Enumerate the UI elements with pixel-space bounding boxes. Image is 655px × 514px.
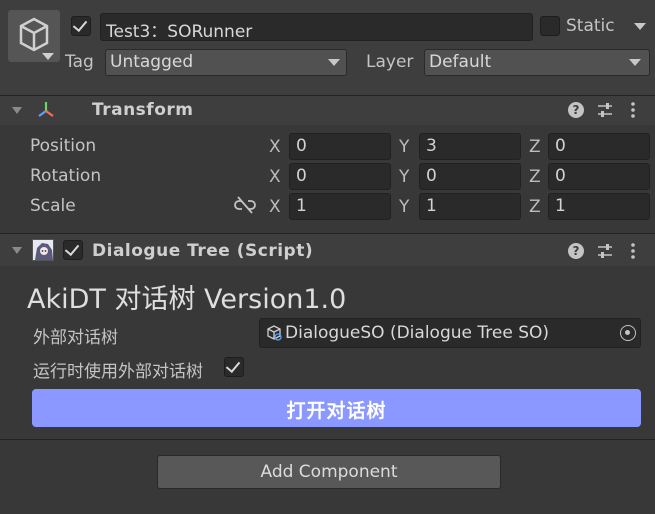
help-icon[interactable]: ? [568, 243, 584, 259]
rotation-x-field[interactable]: 0 [289, 163, 391, 190]
rotation-z-value: 0 [555, 166, 566, 186]
static-checkbox[interactable] [540, 16, 560, 36]
unlinked-scale-icon[interactable] [234, 196, 256, 214]
layer-label: Layer [366, 52, 414, 72]
scale-z-value: 1 [555, 196, 566, 216]
component-heading: AkiDT 对话树 Version1.0 [27, 284, 347, 315]
scale-y-field[interactable]: 1 [419, 193, 521, 220]
tag-value: Untagged [110, 52, 194, 72]
scale-x-field[interactable]: 1 [289, 193, 391, 220]
foldout-icon[interactable] [12, 247, 22, 254]
chevron-down-icon [629, 59, 641, 66]
axis-x-label[interactable]: X [269, 197, 281, 217]
position-y-value: 3 [426, 136, 437, 156]
chevron-down-icon [328, 59, 340, 66]
more-menu-icon[interactable] [630, 242, 636, 260]
axis-y-label[interactable]: Y [399, 167, 409, 187]
check-icon [72, 16, 88, 33]
layer-value: Default [429, 52, 492, 72]
script-avatar-icon [32, 239, 54, 261]
more-menu-icon[interactable] [630, 101, 636, 119]
axis-z-label[interactable]: Z [529, 197, 541, 217]
open-dialogue-tree-label: 打开对话树 [286, 400, 387, 422]
axis-y-label[interactable]: Y [399, 137, 409, 157]
position-z-field[interactable]: 0 [548, 133, 650, 160]
static-dropdown-icon[interactable] [634, 23, 646, 30]
static-label: Static [566, 16, 615, 36]
runtime-toggle-checkbox[interactable] [224, 357, 244, 377]
external-tree-label: 外部对话树 [33, 328, 118, 348]
component-enabled-checkbox[interactable] [63, 240, 83, 260]
position-z-value: 0 [555, 136, 566, 156]
foldout-icon[interactable] [12, 107, 22, 114]
object-name-text: Test3：SORunner [106, 22, 253, 42]
presets-icon[interactable] [597, 102, 613, 118]
help-icon[interactable]: ? [568, 102, 584, 118]
transform-title: Transform [92, 100, 194, 120]
scale-z-field[interactable]: 1 [548, 193, 650, 220]
check-icon [64, 240, 80, 257]
external-tree-value: DialogueSO (Dialogue Tree SO) [285, 323, 549, 343]
tag-label: Tag [65, 52, 94, 72]
divider [0, 439, 655, 440]
scale-label: Scale [30, 196, 76, 216]
axis-x-label[interactable]: X [269, 167, 281, 187]
position-x-value: 0 [296, 136, 307, 156]
gameobject-icon[interactable] [8, 10, 60, 62]
runtime-toggle-label: 运行时使用外部对话树 [33, 362, 203, 382]
tag-dropdown[interactable]: Untagged [105, 49, 347, 76]
axis-x-label[interactable]: X [269, 137, 281, 157]
object-name-field[interactable]: Test3：SORunner [100, 13, 533, 42]
scale-y-value: 1 [426, 196, 437, 216]
check-icon [225, 357, 241, 374]
scale-x-value: 1 [296, 196, 307, 216]
transform-icon [36, 100, 56, 120]
scriptable-object-icon [265, 324, 283, 342]
position-x-field[interactable]: 0 [289, 133, 391, 160]
position-label: Position [30, 136, 97, 156]
rotation-z-field[interactable]: 0 [548, 163, 650, 190]
rotation-x-value: 0 [296, 166, 307, 186]
rotation-y-field[interactable]: 0 [419, 163, 521, 190]
position-y-field[interactable]: 3 [419, 133, 521, 160]
rotation-label: Rotation [30, 166, 102, 186]
axis-z-label[interactable]: Z [529, 167, 541, 187]
layer-dropdown[interactable]: Default [424, 49, 650, 76]
open-dialogue-tree-button[interactable]: 打开对话树 [32, 389, 641, 427]
add-component-label: Add Component [260, 462, 398, 482]
component-title: Dialogue Tree (Script) [92, 241, 314, 261]
axis-z-label[interactable]: Z [529, 137, 541, 157]
add-component-button[interactable]: Add Component [157, 455, 501, 489]
object-picker-icon[interactable] [620, 325, 636, 341]
external-tree-object-field[interactable]: DialogueSO (Dialogue Tree SO) [259, 318, 641, 348]
axis-y-label[interactable]: Y [399, 197, 409, 217]
presets-icon[interactable] [597, 243, 613, 259]
rotation-y-value: 0 [426, 166, 437, 186]
active-checkbox[interactable] [71, 16, 91, 36]
